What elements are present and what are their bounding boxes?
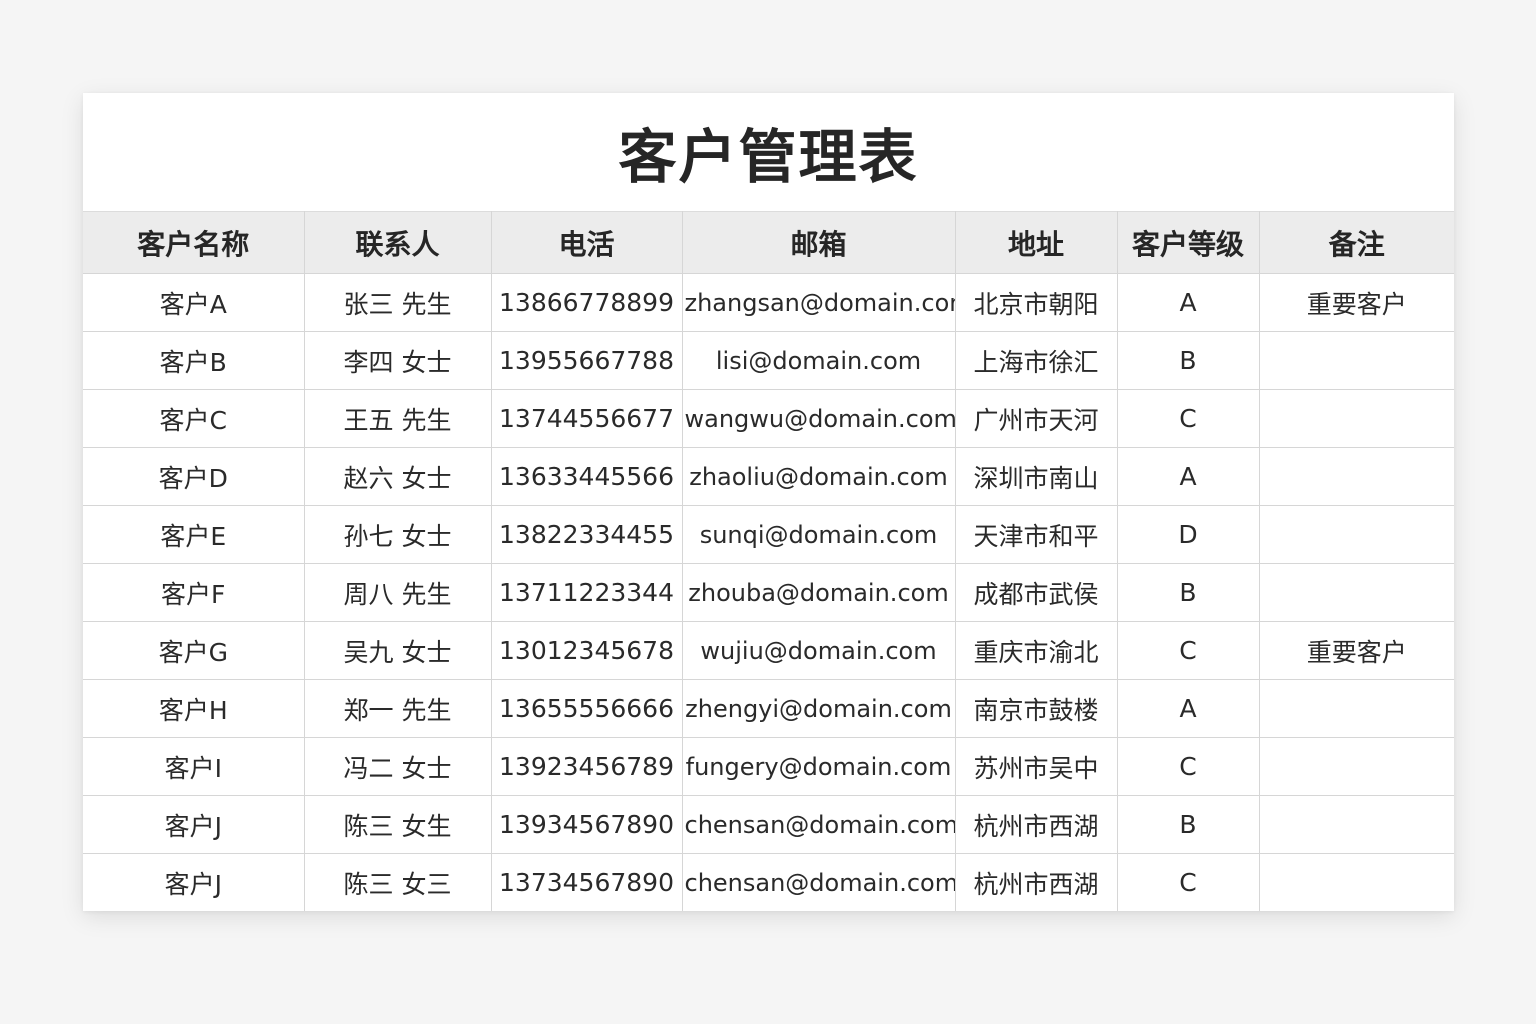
- level-cell: C: [1116, 853, 1260, 911]
- phone-cell: 13633445566: [490, 447, 683, 506]
- address-cell: 杭州市西湖: [954, 853, 1118, 911]
- phone-cell: 13744556677: [490, 389, 683, 448]
- level-cell: A: [1116, 679, 1260, 738]
- contact-cell: 冯二 女士: [303, 737, 492, 796]
- email-cell: zhouba@domain.com: [681, 563, 956, 622]
- customer-name-cell: 客户C: [83, 389, 305, 448]
- column-header-address: 地址: [954, 211, 1118, 274]
- email-cell: zhengyi@domain.com: [681, 679, 956, 738]
- column-header-customer-name: 客户名称: [83, 211, 305, 274]
- notes-cell: 重要客户: [1258, 621, 1454, 680]
- column-header-level: 客户等级: [1116, 211, 1260, 274]
- customer-table-card: 客户管理表 客户名称 联系人 电活 邮箱 地址 客户等级 备注 客户A 张三 先…: [83, 93, 1454, 911]
- level-cell: A: [1116, 447, 1260, 506]
- column-header-email: 邮箱: [681, 211, 956, 274]
- header-row: 客户名称 联系人 电活 邮箱 地址 客户等级 备注: [83, 211, 1454, 274]
- contact-cell: 陈三 女三: [303, 853, 492, 911]
- phone-cell: 13711223344: [490, 563, 683, 622]
- notes-cell: [1258, 853, 1454, 911]
- address-cell: 北京市朝阳: [954, 273, 1118, 332]
- notes-cell: [1258, 389, 1454, 448]
- contact-cell: 陈三 女生: [303, 795, 492, 854]
- phone-cell: 13734567890: [490, 853, 683, 911]
- address-cell: 重庆市渝北: [954, 621, 1118, 680]
- phone-cell: 13866778899: [490, 273, 683, 332]
- email-cell: wangwu@domain.com: [681, 389, 956, 448]
- customer-name-cell: 客户A: [83, 273, 305, 332]
- customer-name-cell: 客户D: [83, 447, 305, 506]
- address-cell: 天津市和平: [954, 505, 1118, 564]
- notes-cell: 重要客户: [1258, 273, 1454, 332]
- column-header-contact: 联系人: [303, 211, 492, 274]
- table-row: 客户H 郑一 先生 13655556666 zhengyi@domain.com…: [83, 679, 1454, 738]
- customer-table: 客户名称 联系人 电活 邮箱 地址 客户等级 备注 客户A 张三 先生 1386…: [83, 211, 1454, 911]
- contact-cell: 王五 先生: [303, 389, 492, 448]
- email-cell: fungery@domain.com: [681, 737, 956, 796]
- page-title: 客户管理表: [618, 123, 919, 191]
- contact-cell: 郑一 先生: [303, 679, 492, 738]
- phone-cell: 13012345678: [490, 621, 683, 680]
- address-cell: 上海市徐汇: [954, 331, 1118, 390]
- contact-cell: 李四 女士: [303, 331, 492, 390]
- level-cell: C: [1116, 389, 1260, 448]
- table-row: 客户J 陈三 女生 13934567890 chensan@domain.com…: [83, 795, 1454, 854]
- table-row: 客户A 张三 先生 13866778899 zhangsan@domain.co…: [83, 273, 1454, 332]
- email-cell: chensan@domain.com: [681, 795, 956, 854]
- contact-cell: 孙七 女士: [303, 505, 492, 564]
- phone-cell: 13955667788: [490, 331, 683, 390]
- customer-name-cell: 客户E: [83, 505, 305, 564]
- customer-name-cell: 客户B: [83, 331, 305, 390]
- phone-cell: 13822334455: [490, 505, 683, 564]
- contact-cell: 张三 先生: [303, 273, 492, 332]
- customer-name-cell: 客户J: [83, 795, 305, 854]
- column-header-notes: 备注: [1258, 211, 1454, 274]
- customer-name-cell: 客户G: [83, 621, 305, 680]
- customer-name-cell: 客户H: [83, 679, 305, 738]
- level-cell: B: [1116, 795, 1260, 854]
- level-cell: C: [1116, 621, 1260, 680]
- table-row: 客户J 陈三 女三 13734567890 chensan@domain.com…: [83, 853, 1454, 911]
- level-cell: B: [1116, 563, 1260, 622]
- table-row: 客户B 李四 女士 13955667788 lisi@domain.com 上海…: [83, 331, 1454, 390]
- notes-cell: [1258, 737, 1454, 796]
- notes-cell: [1258, 447, 1454, 506]
- address-cell: 南京市鼓楼: [954, 679, 1118, 738]
- level-cell: B: [1116, 331, 1260, 390]
- notes-cell: [1258, 679, 1454, 738]
- table-row: 客户F 周八 先生 13711223344 zhouba@domain.com …: [83, 563, 1454, 622]
- email-cell: sunqi@domain.com: [681, 505, 956, 564]
- email-cell: lisi@domain.com: [681, 331, 956, 390]
- table-row: 客户C 王五 先生 13744556677 wangwu@domain.com …: [83, 389, 1454, 448]
- contact-cell: 赵六 女士: [303, 447, 492, 506]
- phone-cell: 13923456789: [490, 737, 683, 796]
- contact-cell: 周八 先生: [303, 563, 492, 622]
- phone-cell: 13655556666: [490, 679, 683, 738]
- level-cell: A: [1116, 273, 1260, 332]
- address-cell: 成都市武侯: [954, 563, 1118, 622]
- phone-cell: 13934567890: [490, 795, 683, 854]
- column-header-phone: 电活: [490, 211, 683, 274]
- address-cell: 广州市天河: [954, 389, 1118, 448]
- customer-name-cell: 客户F: [83, 563, 305, 622]
- notes-cell: [1258, 331, 1454, 390]
- email-cell: chensan@domain.com: [681, 853, 956, 911]
- address-cell: 苏州市吴中: [954, 737, 1118, 796]
- notes-cell: [1258, 505, 1454, 564]
- email-cell: zhangsan@domain.com: [681, 273, 956, 332]
- table-row: 客户I 冯二 女士 13923456789 fungery@domain.com…: [83, 737, 1454, 796]
- contact-cell: 吴九 女士: [303, 621, 492, 680]
- table-row: 客户E 孙七 女士 13822334455 sunqi@domain.com 天…: [83, 505, 1454, 564]
- table-row: 客户G 吴九 女士 13012345678 wujiu@domain.com 重…: [83, 621, 1454, 680]
- customer-name-cell: 客户J: [83, 853, 305, 911]
- address-cell: 深圳市南山: [954, 447, 1118, 506]
- customer-name-cell: 客户I: [83, 737, 305, 796]
- email-cell: zhaoliu@domain.com: [681, 447, 956, 506]
- table-row: 客户D 赵六 女士 13633445566 zhaoliu@domain.com…: [83, 447, 1454, 506]
- email-cell: wujiu@domain.com: [681, 621, 956, 680]
- level-cell: C: [1116, 737, 1260, 796]
- notes-cell: [1258, 563, 1454, 622]
- address-cell: 杭州市西湖: [954, 795, 1118, 854]
- level-cell: D: [1116, 505, 1260, 564]
- notes-cell: [1258, 795, 1454, 854]
